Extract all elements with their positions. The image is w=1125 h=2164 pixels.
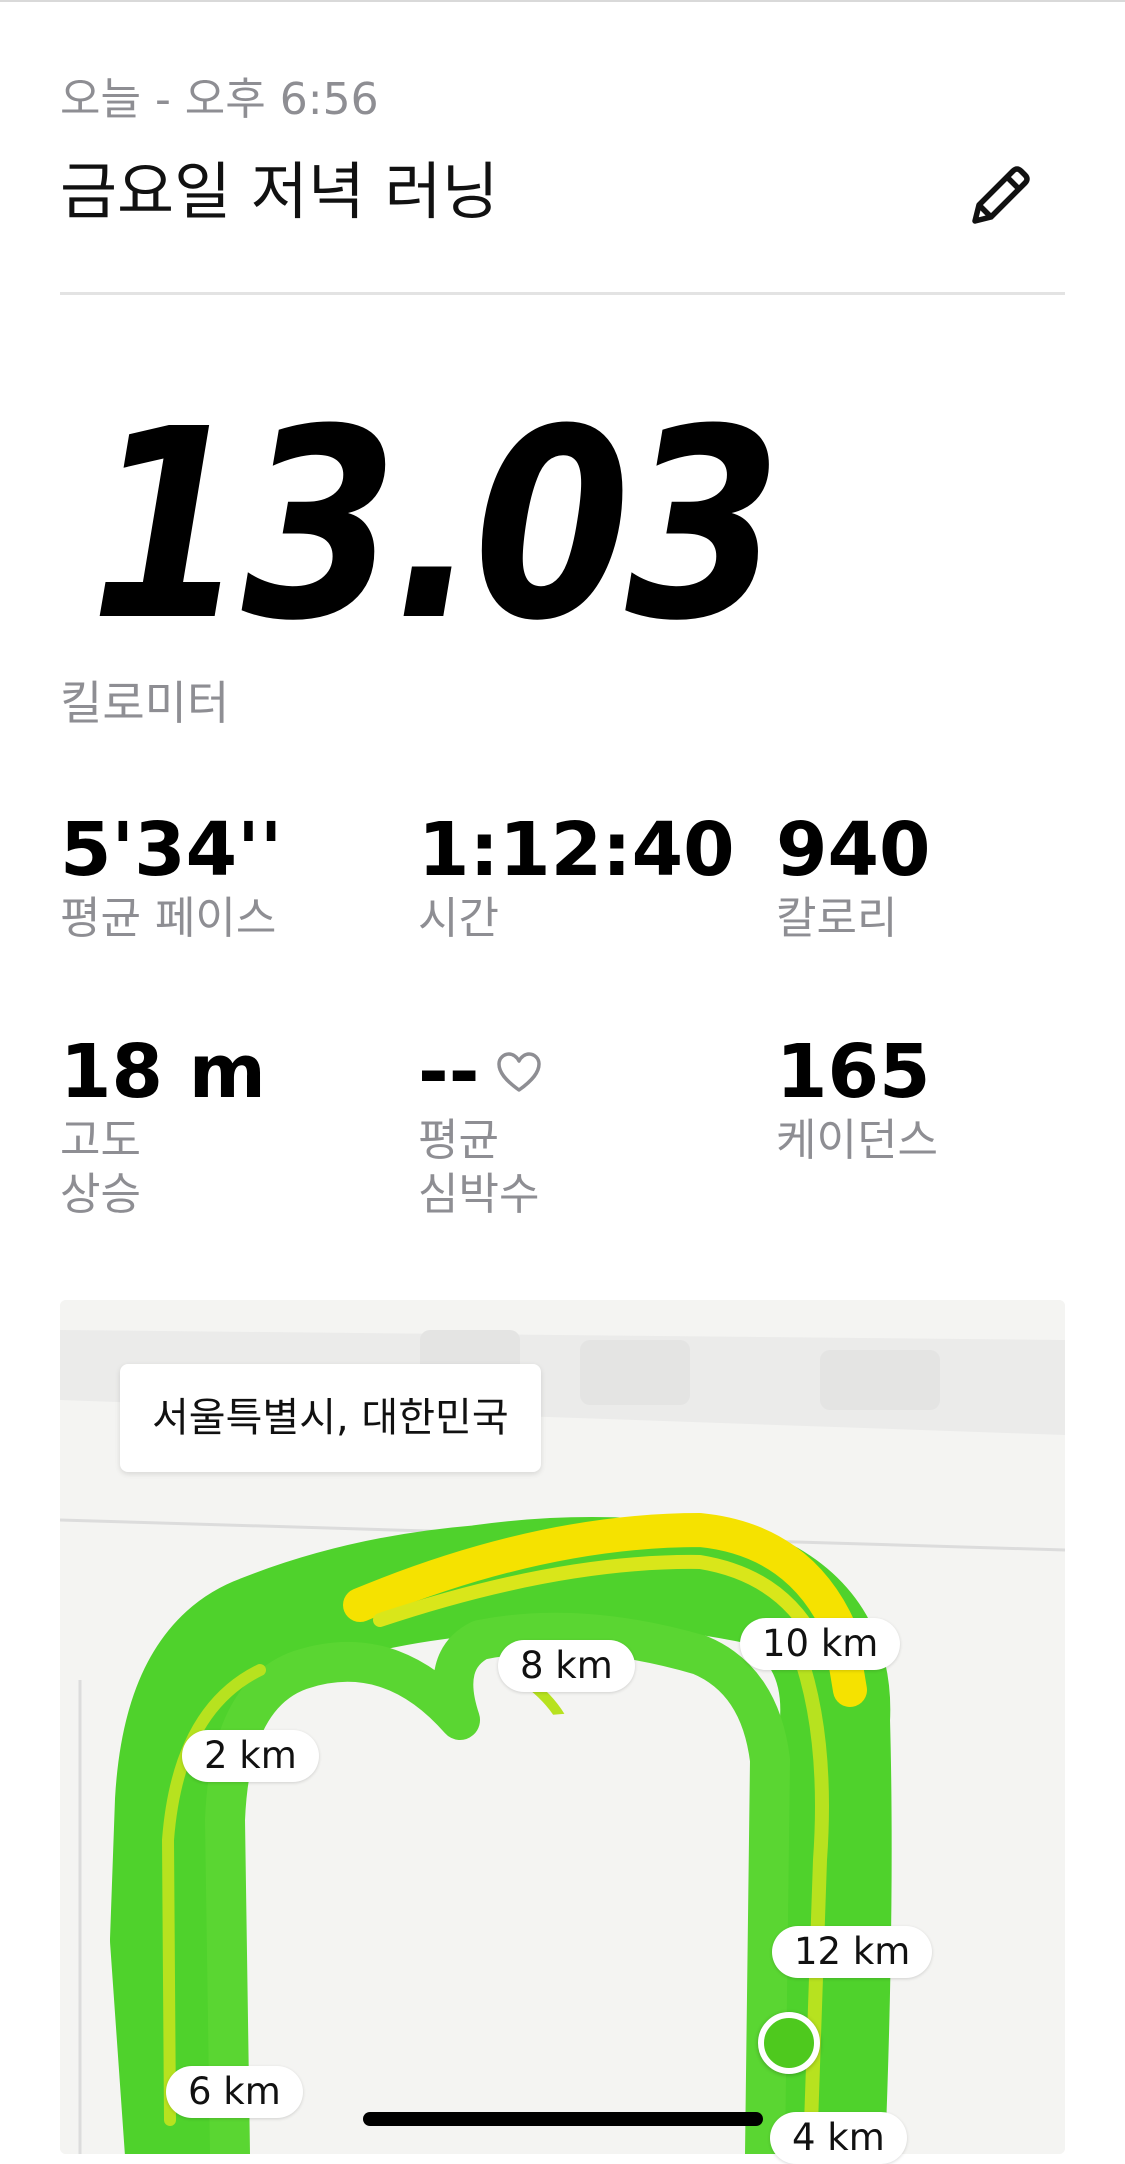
stat-value: 5'34'' [60,807,283,893]
km-marker-4: 4 km [770,2112,907,2164]
stat-value: 1:12:40 [418,807,735,893]
stat-avg-pace: 5'34'' 평균 페이스 [60,808,400,946]
stat-value-row: -- [418,1030,758,1114]
top-rule [0,0,1125,2]
km-marker-8: 8 km [498,1640,635,1692]
activity-title: 금요일 저녁 러닝 [60,155,499,228]
distance-unit: 킬로미터 [60,676,230,730]
location-label: 서울특별시, 대한민국 [120,1364,541,1472]
heart-icon [495,1050,543,1094]
km-marker-2: 2 km [182,1730,319,1782]
stat-label: 평균 페이스 [60,893,277,944]
km-marker-12: 12 km [772,1926,933,1978]
km-marker-6: 6 km [166,2066,303,2118]
edit-button[interactable] [960,158,1040,238]
stat-value: 940 [776,807,931,893]
stat-calories: 940 칼로리 [776,808,1116,946]
route-end-marker [758,2012,820,2074]
stat-label: 시간 [418,893,499,944]
activity-datetime: 오늘 - 오후 6:56 [60,74,379,125]
stat-avg-heart-rate: -- 평균 심박수 [418,1030,758,1222]
stat-label: 케이던스 [776,1115,938,1166]
stat-value: 18 m [60,1029,266,1115]
header-divider [60,292,1065,295]
stat-label: 고도 상승 [60,1115,141,1220]
stat-label: 평균 심박수 [418,1115,540,1220]
stat-value: -- [418,1029,480,1115]
stat-time: 1:12:40 시간 [418,808,758,946]
stat-elevation-gain: 18 m 고도 상승 [60,1030,400,1222]
home-indicator[interactable] [363,2112,763,2126]
pencil-icon [965,161,1035,235]
stat-cadence: 165 케이던스 [776,1030,1116,1168]
stat-value: 165 [776,1029,931,1115]
km-marker-10: 10 km [740,1618,901,1670]
stat-label: 칼로리 [776,893,898,944]
distance-value: 13.03 [90,373,782,678]
